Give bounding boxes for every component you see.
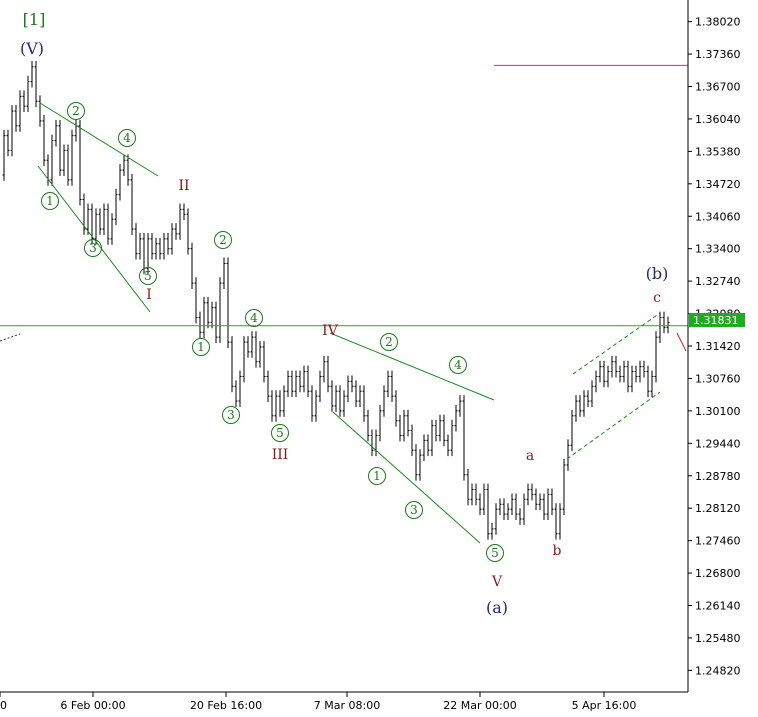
y-tick-label: 1.36040	[695, 113, 741, 126]
y-tick-label: 1.34060	[695, 210, 741, 223]
y-tick-label: 1.38020	[695, 16, 741, 29]
y-tick-label: 1.31420	[695, 340, 741, 353]
projection-line	[676, 332, 687, 352]
wave-label-I: I	[146, 287, 152, 303]
x-axis: 0 6 Feb 00:00 20 Feb 16:00 7 Mar 08:00 22 Ma…	[0, 692, 636, 712]
trendline	[329, 332, 495, 401]
y-tick-label: 1.30100	[695, 405, 741, 418]
y-tick-label: 1.26800	[695, 567, 741, 580]
wave-number: 3	[89, 241, 97, 255]
wave-number: 1	[373, 469, 381, 483]
y-tick-label: 1.24820	[695, 664, 741, 677]
wave-number: 3	[227, 408, 235, 422]
dashed-fragment	[0, 333, 21, 342]
y-tick-label: 1.36700	[695, 81, 741, 94]
trendline	[332, 411, 481, 544]
x-tick-label: 7 Mar 08:00	[314, 699, 380, 712]
x-tick-label: 20 Feb 16:00	[190, 699, 262, 712]
wave-number: 5	[144, 269, 152, 283]
x-tick-label: 22 Mar 00:00	[443, 699, 516, 712]
wave-label-a: a	[526, 448, 534, 464]
wave-label-c: c	[653, 290, 661, 306]
y-axis: 1.38020 1.37360 1.36700 1.36040 1.35380 1.347…	[688, 16, 741, 677]
price-tag: 1.31831	[689, 313, 745, 327]
trendlines-group	[0, 64, 688, 544]
trendline	[37, 165, 151, 313]
y-tick-label: 1.27460	[695, 535, 741, 548]
wave-number: 2	[72, 104, 80, 118]
wave-number: 4	[123, 131, 131, 145]
y-tick-label: 1.26140	[695, 600, 741, 613]
wave-label-V: V	[491, 574, 503, 590]
candles-group	[2, 60, 670, 540]
trendline	[39, 102, 159, 177]
wave-number: 1	[197, 340, 205, 354]
y-tick-label: 1.37360	[695, 48, 741, 61]
wave-labels-group: [1](V)(a)(b)IIIIIIIVVabc123451234512345	[20, 10, 668, 617]
wave-label-IV: IV	[322, 323, 339, 339]
y-tick-label: 1.33400	[695, 243, 741, 256]
price-tag-text: 1.31831	[693, 314, 739, 327]
y-tick-label: 1.30760	[695, 372, 741, 385]
wave-label-III: III	[272, 447, 289, 463]
wave-number: 3	[410, 503, 418, 517]
wave-label-b-paren: (b)	[646, 264, 669, 283]
wave-number: 5	[491, 546, 499, 560]
wave-number: 4	[250, 311, 258, 325]
wave-number: 4	[454, 358, 462, 372]
wave-label-b: b	[553, 543, 562, 559]
x-tick-label: 5 Apr 16:00	[572, 699, 637, 712]
y-tick-label: 1.34720	[695, 178, 741, 191]
y-tick-label: 1.32740	[695, 275, 741, 288]
wave-number: 2	[385, 335, 393, 349]
wave-number: 2	[219, 233, 227, 247]
wave-number: 5	[276, 426, 284, 440]
x-tick-label: 6 Feb 00:00	[60, 699, 125, 712]
price-chart: [1](V)(a)(b)IIIIIIIVVabc123451234512345 …	[0, 0, 745, 712]
wave-number: 1	[46, 194, 54, 208]
wave-label-II: II	[178, 178, 189, 194]
y-tick-label: 1.35380	[695, 145, 741, 158]
y-tick-label: 1.28780	[695, 470, 741, 483]
y-tick-label: 1.25480	[695, 632, 741, 645]
wave-label-degree: [1]	[23, 10, 46, 29]
channel-line-lower	[566, 391, 661, 460]
x-tick-label: 0	[0, 699, 7, 712]
wave-label-top: (V)	[20, 39, 44, 58]
y-tick-label: 1.28120	[695, 502, 741, 515]
y-tick-label: 1.29440	[695, 437, 741, 450]
wave-label-a-paren: (a)	[486, 598, 508, 617]
